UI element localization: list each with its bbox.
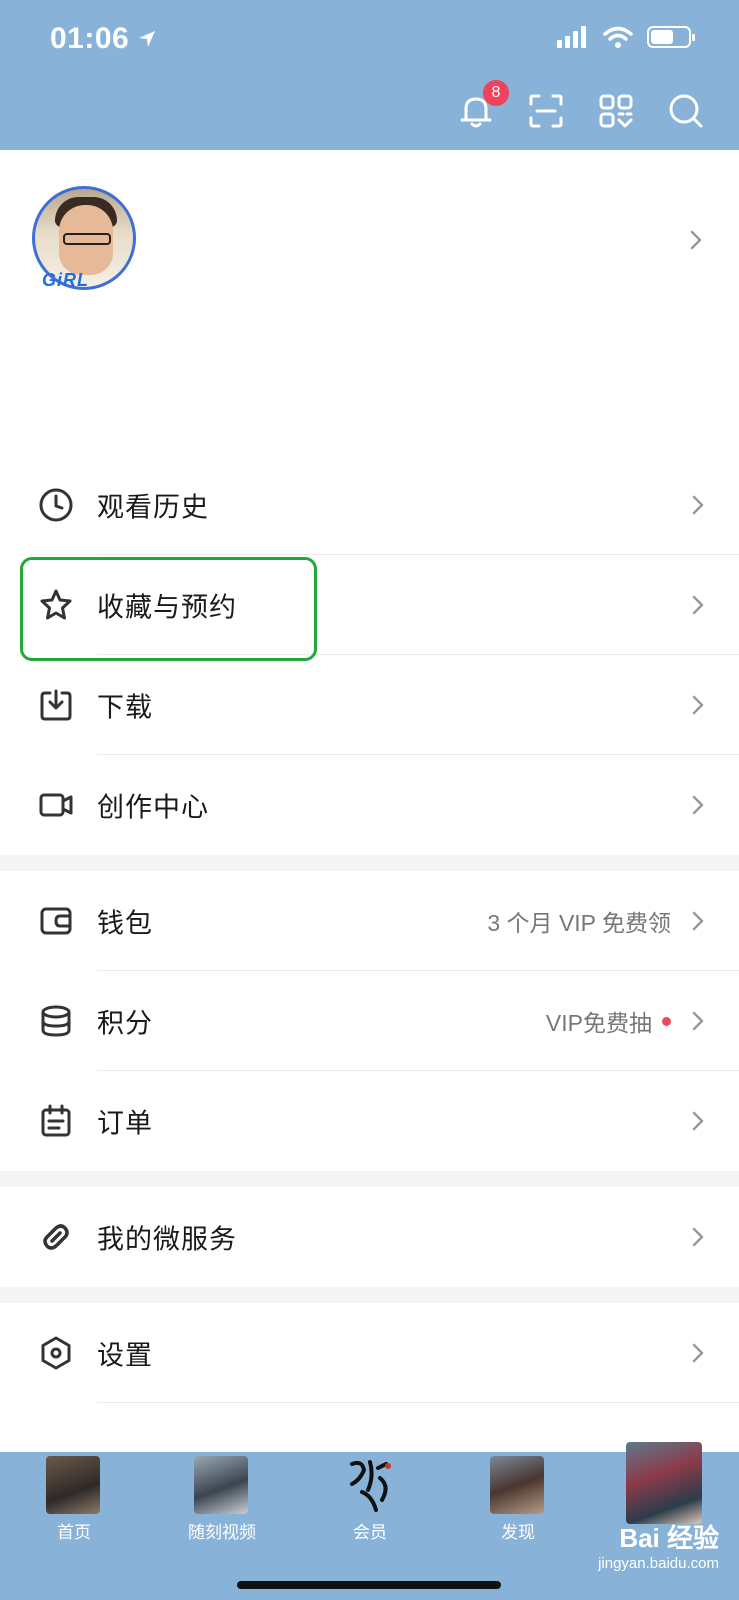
chevron-right-icon (692, 1343, 704, 1363)
chevron-right-icon (692, 1011, 704, 1031)
battery-icon (647, 26, 695, 48)
menu-item-creation-center[interactable]: 创作中心 (0, 755, 739, 855)
chevron-right-icon (692, 595, 704, 615)
menu-item-wallet[interactable]: 钱包 3 个月 VIP 免费领 (0, 871, 739, 971)
menu-item-history[interactable]: 观看历史 (0, 455, 739, 555)
tab-label: 随刻视频 (188, 1523, 256, 1542)
clock-icon (39, 488, 73, 522)
tab-video-icon (194, 1456, 248, 1514)
chevron-right-icon (692, 695, 704, 715)
chevron-right-icon (692, 1227, 704, 1247)
chevron-right-icon (692, 795, 704, 815)
order-icon (41, 1104, 71, 1137)
menu-item-download[interactable]: 下载 (0, 655, 739, 755)
tab-discover-icon (490, 1456, 544, 1514)
hint-text: 3 个月 VIP 免费领 (487, 910, 671, 936)
top-header: 01:06 8 (0, 0, 739, 150)
menu-item-label: 积分 (97, 1008, 153, 1039)
time-text: 01:06 (50, 22, 130, 55)
watermark-url: jingyan.baidu.com (598, 1555, 719, 1572)
link-icon (43, 1224, 69, 1250)
search-icon (669, 94, 703, 128)
menu-item-label: 我的微服务 (97, 1224, 237, 1255)
tab-label: 首页 (57, 1523, 91, 1542)
red-dot-badge (662, 1016, 671, 1026)
watermark-brand: Bai 经验 (619, 1523, 719, 1553)
tab-home[interactable]: 首页 (14, 1452, 134, 1562)
location-arrow-icon (139, 31, 156, 47)
tab-home-icon (46, 1456, 100, 1514)
download-icon (40, 689, 72, 721)
tab-label: 会员 (353, 1523, 387, 1542)
points-promo-hint: VIP免费抽 (546, 1004, 671, 1038)
menu-item-micro-services[interactable]: 我的微服务 (0, 1187, 739, 1287)
wallet-promo-hint: 3 个月 VIP 免费领 (487, 904, 671, 938)
profile-section[interactable]: GiRL (0, 150, 739, 440)
status-indicators (557, 26, 695, 48)
wallet-icon (40, 907, 72, 935)
tab-discover[interactable]: 发现 (458, 1452, 578, 1562)
menu-item-label: 创作中心 (97, 792, 209, 823)
search-button[interactable] (667, 92, 705, 130)
signal-icon (557, 26, 586, 48)
section-gap (0, 1287, 739, 1303)
menu-item-settings[interactable]: 设置 (0, 1303, 739, 1403)
avatar-frame-tag: GiRL (42, 270, 89, 290)
menu-item-orders[interactable]: 订单 (0, 1071, 739, 1171)
wifi-icon (603, 26, 633, 48)
qrcode-button[interactable] (597, 92, 635, 130)
section-gap (0, 855, 739, 871)
qrcode-icon (599, 94, 633, 128)
notification-button[interactable]: 8 (457, 80, 509, 130)
highlight-box (20, 557, 317, 661)
header-toolbar: 8 (457, 80, 705, 130)
menu-item-label: 订单 (97, 1108, 153, 1139)
divider (97, 1402, 739, 1403)
calligraphy-logo-icon (350, 1460, 391, 1512)
tab-label: 发现 (501, 1523, 535, 1542)
scan-button[interactable] (527, 92, 565, 130)
menu-item-points[interactable]: 积分 VIP免费抽 (0, 971, 739, 1071)
baidu-jingyan-watermark: Bai 经验 jingyan.baidu.com (598, 1518, 719, 1572)
menu-item-label: 下载 (97, 692, 153, 723)
status-time: 01:06 (50, 22, 157, 56)
scan-icon (529, 94, 563, 128)
coins-icon (41, 1005, 71, 1037)
tab-suike-video[interactable]: 随刻视频 (162, 1452, 282, 1562)
tab-vip[interactable]: 会员 (310, 1452, 430, 1562)
hint-text: VIP免费抽 (545, 1010, 652, 1036)
camera-icon (39, 793, 73, 817)
menu-item-label: 设置 (97, 1340, 153, 1371)
avatar-glasses (63, 233, 111, 245)
menu-item-label: 观看历史 (97, 492, 209, 523)
tab-profile-icon (626, 1442, 702, 1524)
chevron-right-icon (692, 495, 704, 515)
chevron-right-icon (690, 230, 702, 250)
chevron-right-icon (692, 911, 704, 931)
notification-badge: 8 (483, 80, 509, 106)
section-gap (0, 1171, 739, 1187)
home-indicator[interactable] (237, 1581, 501, 1589)
settings-icon (41, 1336, 71, 1370)
chevron-right-icon (692, 1111, 704, 1131)
menu-item-label: 钱包 (97, 908, 153, 939)
